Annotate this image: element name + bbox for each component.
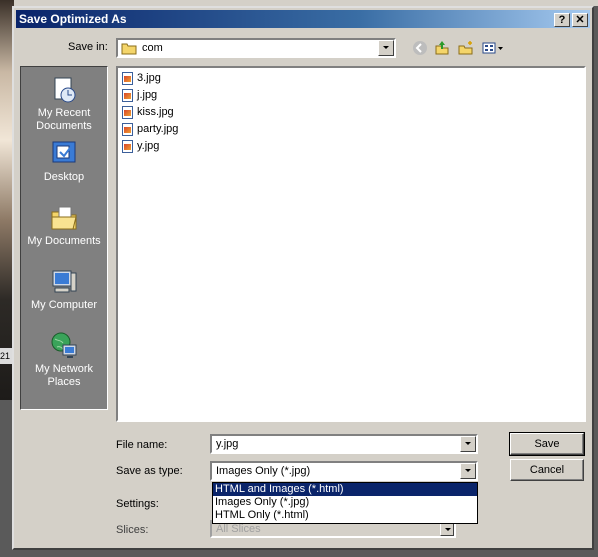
chevron-down-icon[interactable]	[378, 40, 394, 56]
back-icon[interactable]	[410, 40, 430, 58]
jpg-file-icon	[122, 122, 133, 136]
folder-icon	[121, 42, 137, 58]
desktop-icon	[49, 139, 79, 169]
option-images-only[interactable]: Images Only (*.jpg)	[213, 496, 477, 509]
file-list[interactable]: 3.jpg j.jpg kiss.jpg party.jpg y.jpg	[116, 66, 586, 422]
option-html-and-images[interactable]: HTML and Images (*.html)	[213, 483, 477, 496]
new-folder-icon[interactable]	[456, 40, 476, 58]
places-bar: My Recent Documents Desktop My Documents…	[20, 66, 108, 410]
place-label: My Documents	[27, 235, 101, 247]
recent-documents-icon	[49, 75, 79, 105]
jpg-file-icon	[122, 88, 133, 102]
save-button[interactable]: Save	[509, 432, 585, 456]
save-as-type-value: Images Only (*.jpg)	[216, 465, 311, 477]
place-my-computer[interactable]: My Computer	[21, 267, 107, 312]
place-my-documents[interactable]: My Documents	[21, 203, 107, 248]
list-item[interactable]: y.jpg	[122, 138, 159, 154]
save-in-dropdown[interactable]: com	[116, 38, 396, 58]
my-documents-icon	[49, 203, 79, 233]
help-button[interactable]: ?	[554, 13, 570, 27]
place-my-network-places[interactable]: My Network Places	[21, 331, 107, 389]
settings-label: Settings:	[116, 498, 159, 510]
chevron-down-icon[interactable]	[460, 463, 476, 479]
slices-value: All Slices	[216, 523, 261, 535]
place-label: Desktop	[43, 171, 85, 183]
option-html-only[interactable]: HTML Only (*.html)	[213, 509, 477, 522]
place-my-recent-documents[interactable]: My Recent Documents	[21, 75, 107, 133]
jpg-file-icon	[122, 105, 133, 119]
save-in-label: Save in:	[68, 41, 108, 53]
save-dialog: Save Optimized As ? ✕ Save in: com My Re…	[12, 6, 594, 550]
my-computer-icon	[49, 267, 79, 297]
place-label: My Recent Documents	[36, 107, 92, 132]
place-label: My Network Places	[34, 363, 94, 388]
list-item[interactable]: party.jpg	[122, 121, 178, 137]
dialog-title: Save Optimized As	[19, 12, 127, 26]
list-item[interactable]: 3.jpg	[122, 70, 161, 86]
up-folder-icon[interactable]	[432, 40, 452, 58]
close-button[interactable]: ✕	[572, 13, 588, 27]
save-as-type-label: Save as type:	[116, 465, 183, 477]
jpg-file-icon	[122, 71, 133, 85]
save-as-type-dropdown[interactable]: Images Only (*.jpg)	[210, 461, 478, 481]
file-name-field[interactable]: y.jpg	[210, 434, 478, 454]
jpg-file-icon	[122, 139, 133, 153]
title-bar[interactable]: Save Optimized As ? ✕	[16, 10, 590, 28]
file-name-value: y.jpg	[216, 438, 239, 450]
list-item[interactable]: kiss.jpg	[122, 104, 174, 120]
slices-label: Slices:	[116, 524, 149, 536]
save-as-type-options[interactable]: HTML and Images (*.html) Images Only (*.…	[212, 482, 478, 524]
chevron-down-icon[interactable]	[460, 436, 476, 452]
save-in-value: com	[142, 42, 163, 54]
place-desktop[interactable]: Desktop	[21, 139, 107, 184]
network-places-icon	[49, 331, 79, 361]
place-label: My Computer	[30, 299, 98, 311]
file-name-label: File name:	[116, 439, 168, 451]
views-menu-icon[interactable]	[480, 40, 506, 58]
cancel-button[interactable]: Cancel	[510, 459, 584, 481]
chevron-down-icon	[440, 522, 454, 536]
list-item[interactable]: j.jpg	[122, 87, 157, 103]
